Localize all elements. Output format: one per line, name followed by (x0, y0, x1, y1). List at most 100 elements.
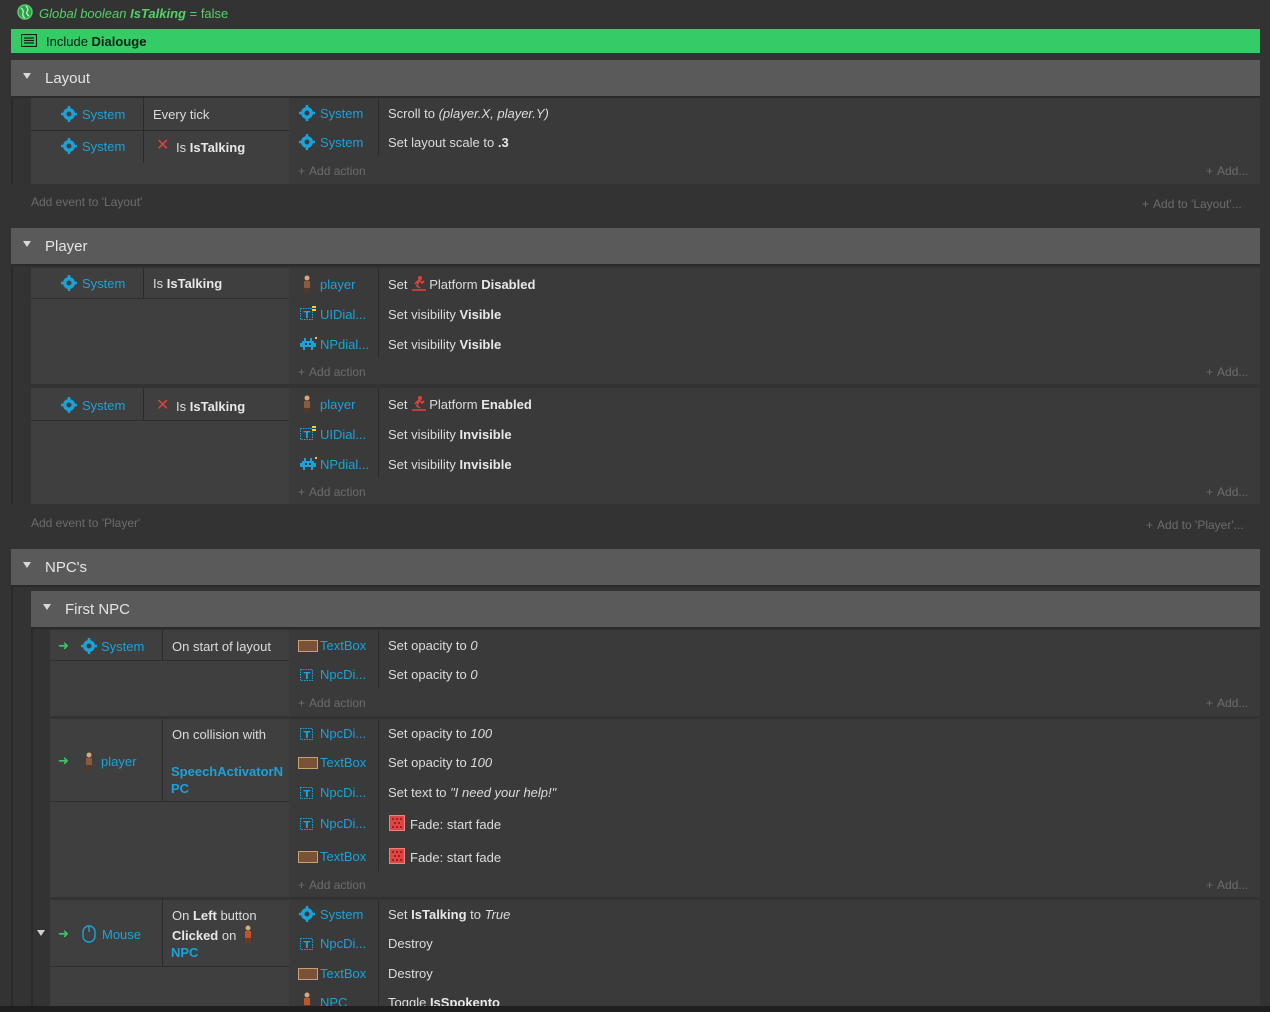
object-uidialog[interactable]: UIDial... (320, 307, 366, 322)
condition-text-line1[interactable]: On Left button (172, 908, 257, 923)
action-text[interactable]: Set opacity to 100 (388, 726, 492, 741)
object-npcdialog[interactable]: NpcDi... (320, 726, 366, 741)
add-link[interactable]: + Add... (1206, 164, 1248, 178)
trigger-arrow-icon: ➜ (58, 638, 69, 653)
object-npcdialog[interactable]: NpcDi... (320, 816, 366, 831)
add-to-label: Add to 'Player'... (1157, 518, 1244, 532)
fade-behavior-icon (389, 848, 405, 864)
action-text[interactable]: Destroy (388, 936, 433, 951)
add-action-link[interactable]: + Add action (298, 365, 366, 379)
group-layout-header[interactable]: Layout (11, 60, 1260, 98)
object-textbox[interactable]: TextBox (320, 849, 366, 864)
collapse-arrow-icon[interactable] (23, 562, 31, 568)
object-system[interactable]: System (101, 639, 144, 654)
condition-text[interactable]: Every tick (153, 107, 209, 122)
action-prefix: Set visibility (388, 457, 456, 472)
object-textbox[interactable]: TextBox (320, 755, 366, 770)
behavior-label: Platform (429, 277, 478, 292)
global-variable-row[interactable]: Global boolean IsTalking = false (0, 0, 1270, 26)
object-uidialog[interactable]: UIDial... (320, 427, 366, 442)
add-action-link[interactable]: + Add action (298, 164, 366, 178)
action-args: (player.X, player.Y) (438, 106, 549, 121)
group-npcs-header[interactable]: NPC's (11, 549, 1260, 587)
action-text[interactable]: Set IsTalking to True (388, 907, 510, 922)
condition-text-line2[interactable]: Clicked on (172, 928, 236, 943)
divider (143, 98, 144, 130)
add-action-link[interactable]: + Add action (298, 696, 366, 710)
to-label: to (470, 907, 481, 922)
collapse-arrow-icon[interactable] (23, 241, 31, 247)
object-system[interactable]: System (82, 139, 125, 154)
object-npcdialog[interactable]: NpcDi... (320, 667, 366, 682)
trigger-arrow-icon: ➜ (58, 926, 69, 941)
divider (31, 130, 289, 131)
divider (143, 388, 144, 420)
object-system[interactable]: System (320, 907, 363, 922)
action-text[interactable]: Set layout scale to .3 (388, 135, 509, 150)
action-text[interactable]: Set visibility Visible (388, 307, 501, 322)
add-event-layout-link[interactable]: Add event to 'Layout' (31, 195, 142, 209)
collapse-arrow-icon[interactable] (43, 604, 51, 610)
action-text[interactable]: Set visibility Visible (388, 337, 501, 352)
npc-event2-actions[interactable] (289, 719, 1260, 897)
object-textbox[interactable]: TextBox (320, 638, 366, 653)
add-link[interactable]: + Add... (1206, 485, 1248, 499)
condition-text[interactable]: Is IsTalking (176, 399, 245, 414)
group-title: Player (45, 238, 88, 255)
object-system[interactable]: System (320, 106, 363, 121)
object-npdialog[interactable]: NPdial... (320, 457, 369, 472)
add-to-player-link[interactable]: + Add to 'Player'... (1146, 518, 1244, 532)
action-text[interactable]: Set text to "I need your help!" (388, 785, 556, 800)
add-to-layout-link[interactable]: + Add to 'Layout'... (1142, 197, 1242, 211)
condition-target-line2[interactable]: PC (171, 781, 189, 796)
object-npcdialog[interactable]: NpcDi... (320, 936, 366, 951)
action-text[interactable]: Set opacity to 100 (388, 755, 492, 770)
object-system[interactable]: System (320, 135, 363, 150)
object-system[interactable]: System (82, 107, 125, 122)
divider (378, 388, 379, 478)
add-action-link[interactable]: + Add action (298, 485, 366, 499)
condition-target[interactable]: NPC (171, 945, 198, 960)
object-player[interactable]: player (320, 397, 355, 412)
group-player-header[interactable]: Player (11, 228, 1260, 266)
object-npdialog[interactable]: NPdial... (320, 337, 369, 352)
collapse-arrow-icon[interactable] (23, 73, 31, 79)
object-npcdialog[interactable]: NpcDi... (320, 785, 366, 800)
add-link[interactable]: + Add... (1206, 696, 1248, 710)
action-text[interactable]: Fade: start fade (410, 817, 501, 832)
add-link[interactable]: + Add... (1206, 365, 1248, 379)
add-label: Add... (1217, 696, 1249, 710)
action-text[interactable]: Fade: start fade (410, 850, 501, 865)
object-player[interactable]: player (101, 754, 136, 769)
text-object-icon: T (300, 426, 316, 440)
action-text[interactable]: Scroll to (player.X, player.Y) (388, 106, 549, 121)
object-mouse[interactable]: Mouse (102, 927, 141, 942)
svg-text:T: T (304, 789, 311, 799)
divider (378, 630, 379, 688)
action-text[interactable]: Set opacity to 0 (388, 667, 478, 682)
action-prefix: Set visibility (388, 307, 456, 322)
object-player[interactable]: player (320, 277, 355, 292)
condition-text[interactable]: On collision with (172, 727, 266, 742)
object-system[interactable]: System (82, 276, 125, 291)
object-textbox[interactable]: TextBox (320, 966, 366, 981)
action-text[interactable]: Set opacity to 0 (388, 638, 478, 653)
condition-text[interactable]: On start of layout (172, 639, 271, 654)
condition-target-line1[interactable]: SpeechActivatorN (171, 764, 283, 779)
action-value: 0 (470, 638, 478, 653)
condition-text[interactable]: Is IsTalking (153, 276, 222, 291)
action-text[interactable]: Set Platform Enabled (388, 397, 532, 412)
npc-event2-conditions[interactable] (50, 719, 289, 897)
add-action-link[interactable]: + Add action (298, 878, 366, 892)
action-text[interactable]: Destroy (388, 966, 433, 981)
expand-subevents-arrow-icon[interactable] (37, 930, 45, 936)
condition-text[interactable]: Is IsTalking (176, 140, 245, 155)
cond-button: button (220, 908, 257, 923)
action-text[interactable]: Set visibility Invisible (388, 457, 512, 472)
object-system[interactable]: System (82, 398, 125, 413)
add-link[interactable]: + Add... (1206, 878, 1248, 892)
include-row[interactable]: Include Dialouge (11, 29, 1260, 53)
add-event-player-link[interactable]: Add event to 'Player' (31, 516, 140, 530)
group-first-npc-header[interactable]: First NPC (31, 591, 1260, 629)
action-text[interactable]: Set visibility Invisible (388, 427, 512, 442)
